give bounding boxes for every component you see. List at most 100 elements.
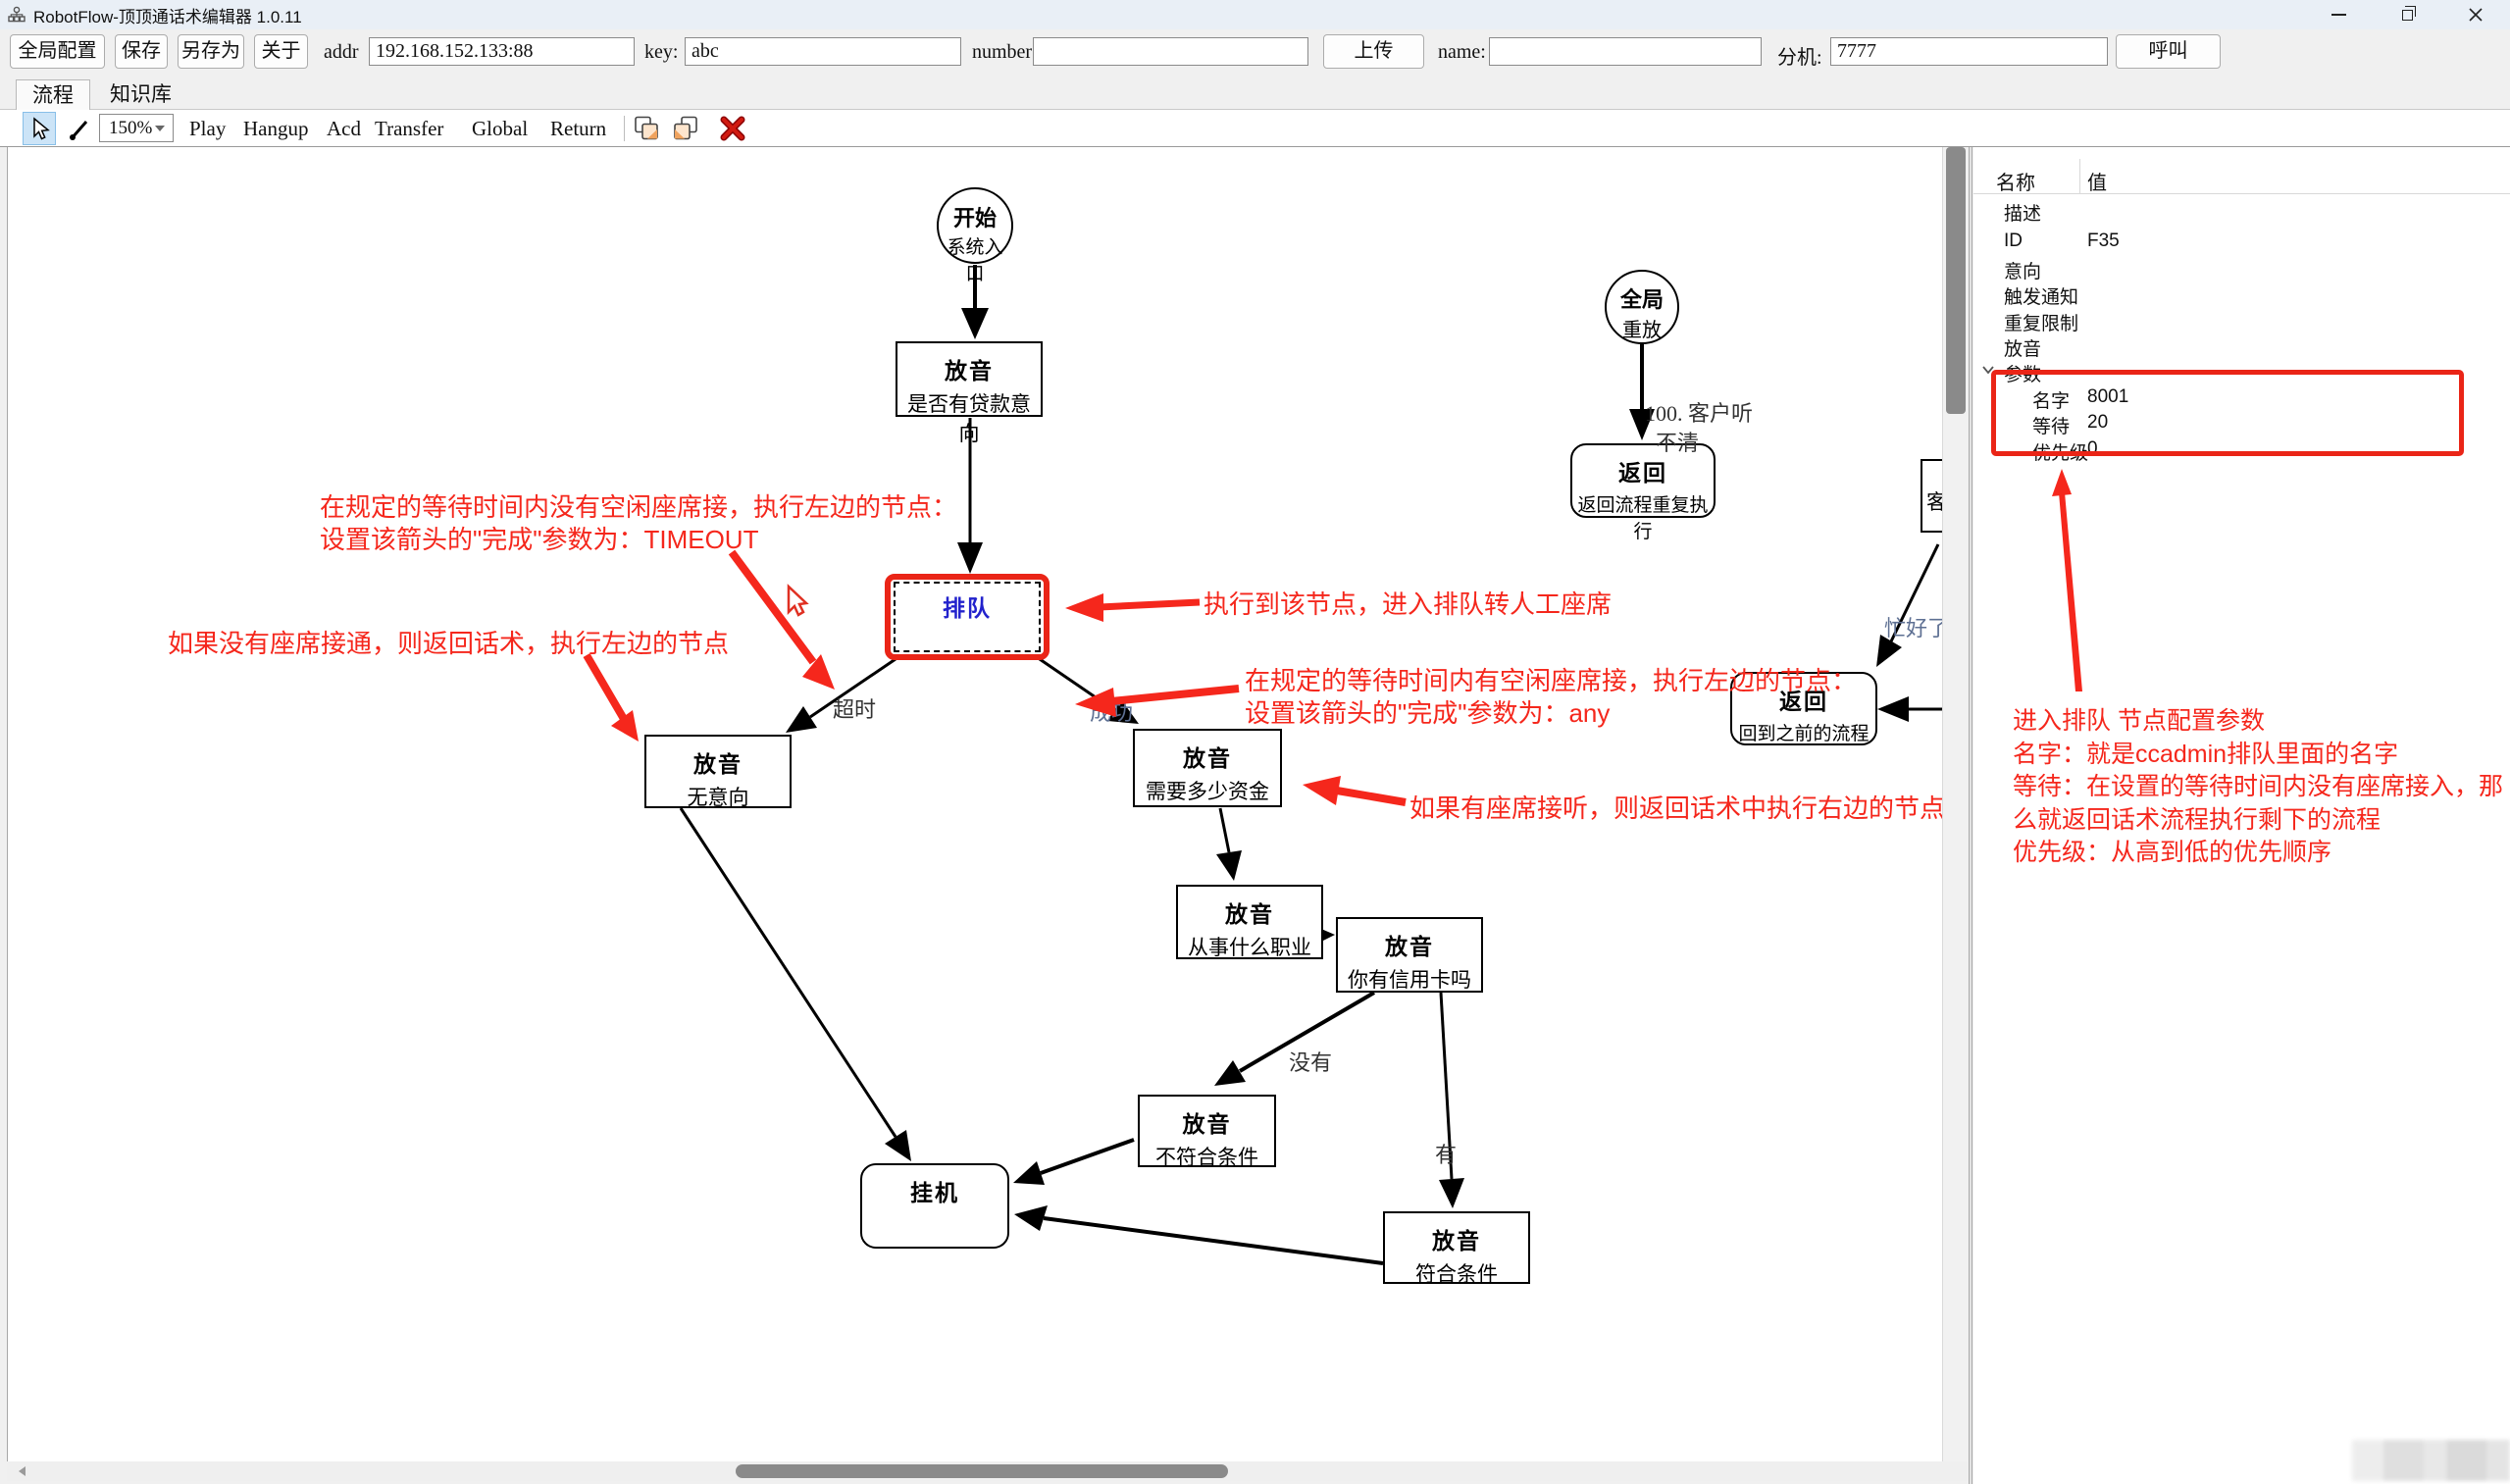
addr-input[interactable] xyxy=(369,37,635,66)
scroll-left-arrow-icon[interactable] xyxy=(19,1466,26,1476)
connector-tool-button[interactable] xyxy=(63,112,96,145)
panel-note-line2: 名字：就是ccadmin排队里面的名字 xyxy=(2013,735,2398,770)
tab-knowledge[interactable]: 知识库 xyxy=(94,79,187,110)
node-clipped[interactable]: 客 xyxy=(1921,459,1942,533)
canvas-vertical-scrollbar[interactable] xyxy=(1942,147,1968,1461)
node-play-nointent[interactable]: 放音 无意向 xyxy=(644,735,792,808)
node-title: 全局 xyxy=(1607,282,1677,314)
column-divider xyxy=(2079,159,2080,193)
about-button[interactable]: 关于 xyxy=(254,34,308,69)
edge-funds-to-job[interactable] xyxy=(1216,808,1242,881)
red-arrow-params xyxy=(2052,469,2082,691)
node-play-unqualified[interactable]: 放音 不符合条件 xyxy=(1138,1095,1276,1167)
edge-unqualified-to-hangup[interactable] xyxy=(1013,1140,1134,1185)
node-play-qualified[interactable]: 放音 符合条件 xyxy=(1383,1211,1530,1284)
panel-note-line1: 进入排队 节点配置参数 xyxy=(2013,701,2265,737)
node-subtitle: 需要多少资金 xyxy=(1135,776,1280,805)
node-play-funds[interactable]: 放音 需要多少资金 xyxy=(1133,729,1282,807)
toolbar-separator xyxy=(624,116,625,141)
minimize-button[interactable] xyxy=(2304,0,2373,29)
edge-nointent-to-hangup[interactable] xyxy=(681,808,911,1161)
name-input[interactable] xyxy=(1489,37,1762,66)
node-title: 放音 xyxy=(1140,1105,1274,1139)
number-label: number: xyxy=(972,41,1038,64)
acd-tool[interactable]: Acd xyxy=(327,117,361,141)
edge-label-unclear-line1: 100. 客户听 xyxy=(1645,396,1753,428)
node-subtitle: 不符合条件 xyxy=(1140,1142,1274,1171)
global-tool[interactable]: Global xyxy=(472,117,528,141)
node-play-intent[interactable]: 放音 是否有贷款意向 xyxy=(896,341,1043,417)
global-config-button[interactable]: 全局配置 xyxy=(10,34,105,69)
edge-label-unclear-line2: 不清 xyxy=(1656,426,1699,457)
app-icon xyxy=(8,6,26,24)
column-header-name: 名称 xyxy=(1996,167,2035,195)
node-global-replay[interactable]: 全局 重放 xyxy=(1605,270,1679,344)
extension-input[interactable] xyxy=(1830,37,2108,66)
tab-bar: 流程 知识库 xyxy=(0,76,2510,110)
node-title: 挂机 xyxy=(862,1174,1007,1207)
node-play-credit[interactable]: 放音 你有信用卡吗 xyxy=(1336,917,1483,993)
edge-credit-yes[interactable] xyxy=(1439,993,1464,1208)
transfer-tool[interactable]: Transfer xyxy=(375,117,443,141)
horizontal-scroll-thumb[interactable] xyxy=(736,1464,1228,1478)
key-input[interactable] xyxy=(685,37,961,66)
addr-label: addr xyxy=(324,41,359,64)
edge-right-to-returnprev[interactable] xyxy=(1877,696,1942,722)
zoom-select[interactable]: 150% xyxy=(99,114,174,142)
canvas-horizontal-scrollbar[interactable] xyxy=(7,1461,1968,1481)
paste-icon xyxy=(672,115,699,142)
node-subtitle: 系统入口 xyxy=(939,232,1011,285)
minimize-icon xyxy=(2331,14,2346,16)
extension-label: 分机: xyxy=(1777,41,1822,70)
params-highlight-rect xyxy=(1991,370,2464,456)
flow-canvas[interactable]: 开始 系统入口 放音 是否有贷款意向 排队 放音 无意向 放音 需要多少资金 放… xyxy=(7,147,1942,1461)
node-title: 放音 xyxy=(646,745,790,779)
header-underline xyxy=(1973,193,2510,194)
upload-button[interactable]: 上传 xyxy=(1323,34,1424,69)
node-hangup[interactable]: 挂机 xyxy=(860,1163,1009,1249)
prop-row-value[interactable]: F35 xyxy=(2087,230,2120,252)
main-toolbar: 全局配置 保存 另存为 关于 addr key: number: 上传 name… xyxy=(0,29,2510,76)
edge-qualified-to-hangup[interactable] xyxy=(1014,1205,1383,1263)
prop-row-label[interactable]: 触发通知 xyxy=(2004,282,2078,309)
delete-node-button[interactable] xyxy=(719,115,746,147)
node-subtitle: 重放 xyxy=(1607,314,1677,342)
annotation-timeout-line1: 在规定的等待时间内没有空闲座席接，执行左边的节点： xyxy=(320,487,957,524)
zoom-value: 150% xyxy=(109,118,152,138)
restore-button[interactable] xyxy=(2373,0,2441,29)
number-input[interactable] xyxy=(1033,37,1308,66)
pointer-tool-button[interactable] xyxy=(23,112,56,145)
vertical-scroll-thumb[interactable] xyxy=(1946,147,1966,414)
hangup-tool[interactable]: Hangup xyxy=(243,117,309,141)
node-play-job[interactable]: 放音 从事什么职业 xyxy=(1176,885,1323,959)
return-tool[interactable]: Return xyxy=(550,117,606,141)
annotation-timeout-line2: 设置该箭头的"完成"参数为：TIMEOUT xyxy=(320,520,758,556)
paste-node-button[interactable] xyxy=(672,115,699,147)
node-subtitle: 是否有贷款意向 xyxy=(897,388,1041,447)
node-title: 放音 xyxy=(1385,1222,1528,1255)
save-button[interactable]: 保存 xyxy=(115,34,168,69)
panel-splitter[interactable] xyxy=(1969,147,1972,1484)
edge-label-yes: 有 xyxy=(1435,1138,1457,1169)
node-subtitle: 无意向 xyxy=(646,782,790,811)
call-button[interactable]: 呼叫 xyxy=(2116,34,2221,69)
prop-row-label[interactable]: 重复限制 xyxy=(2004,309,2078,335)
node-queue-selected[interactable]: 排队 xyxy=(885,574,1050,660)
close-button[interactable] xyxy=(2441,0,2510,29)
tab-flow[interactable]: 流程 xyxy=(16,79,90,110)
restore-icon xyxy=(2402,10,2413,21)
annotation-agent-answer: 如果有座席接听，则返回话术中执行右边的节点 xyxy=(1409,789,1942,825)
play-tool[interactable]: Play xyxy=(189,117,226,141)
edge-busy-to-returnprev[interactable] xyxy=(1876,544,1938,667)
copy-node-button[interactable] xyxy=(633,115,660,147)
titlebar: RobotFlow-顶顶通话术编辑器 1.0.11 xyxy=(0,0,2510,29)
prop-row-label[interactable]: ID xyxy=(2004,230,2023,252)
prop-row-label[interactable]: 放音 xyxy=(2004,334,2041,361)
node-start[interactable]: 开始 系统入口 xyxy=(937,187,1013,264)
prop-row-label[interactable]: 意向 xyxy=(2004,257,2041,283)
prop-row-label[interactable]: 描述 xyxy=(2004,199,2041,226)
close-icon xyxy=(2468,7,2484,23)
edit-toolbar: 150% Play Hangup Acd Transfer Global Ret… xyxy=(0,110,2510,147)
save-as-button[interactable]: 另存为 xyxy=(178,34,244,69)
annotation-no-agent: 如果没有座席接通，则返回话术，执行左边的节点 xyxy=(168,624,729,660)
